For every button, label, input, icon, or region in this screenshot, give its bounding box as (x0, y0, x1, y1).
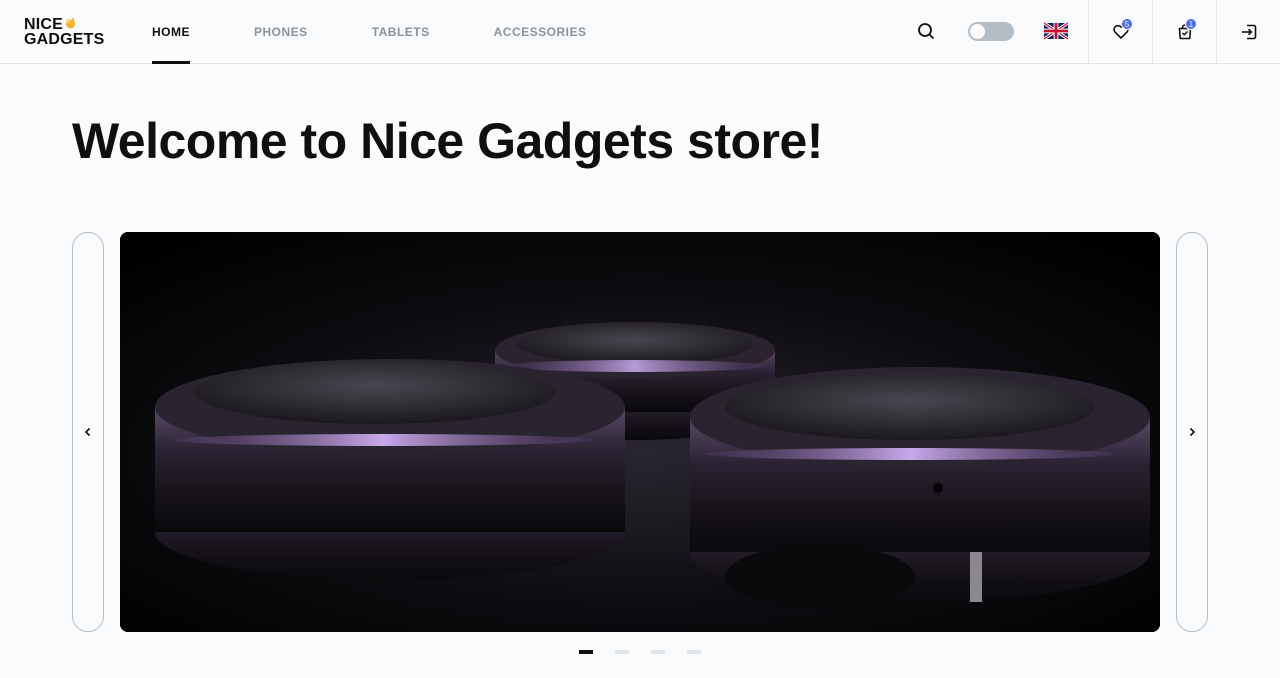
slider-prev-button[interactable] (72, 232, 104, 632)
slide-dot-2[interactable] (615, 650, 629, 654)
slider-next-button[interactable] (1176, 232, 1208, 632)
favourites-count-badge: 5 (1121, 18, 1133, 30)
theme-toggle[interactable] (968, 22, 1014, 41)
logo-line-1: NICE (24, 16, 64, 33)
logo[interactable]: NICE GADGETS (24, 16, 105, 48)
site-header: NICE GADGETS HOME PHONES TABLETS ACCESSO… (0, 0, 1280, 64)
favourites-button[interactable]: 5 (1088, 0, 1152, 63)
toggle-knob (970, 24, 985, 39)
chevron-right-icon (1189, 427, 1196, 437)
cart-count-badge: 1 (1185, 18, 1197, 30)
main-nav: HOME PHONES TABLETS ACCESSORIES (152, 0, 587, 64)
nav-phones[interactable]: PHONES (254, 0, 308, 64)
logout-icon (1241, 24, 1256, 39)
page-title: Welcome to Nice Gadgets store! (72, 113, 823, 169)
slider-pagination (579, 650, 701, 654)
ok-hand-icon (66, 18, 76, 29)
logout-button[interactable] (1216, 0, 1280, 63)
nav-accessories[interactable]: ACCESSORIES (494, 0, 587, 64)
camera-lenses-image (120, 232, 1160, 632)
slide-dot-1[interactable] (579, 650, 593, 654)
cart-button[interactable]: 1 (1152, 0, 1216, 63)
uk-flag-icon[interactable] (1044, 22, 1068, 40)
slide-dot-3[interactable] (651, 650, 665, 654)
hero-banner[interactable] (120, 232, 1160, 632)
nav-home[interactable]: HOME (152, 0, 190, 64)
logo-line-2: GADGETS (24, 31, 105, 48)
nav-tablets[interactable]: TABLETS (372, 0, 430, 64)
search-icon[interactable] (916, 21, 936, 41)
chevron-left-icon (84, 427, 91, 437)
slide-dot-4[interactable] (687, 650, 701, 654)
